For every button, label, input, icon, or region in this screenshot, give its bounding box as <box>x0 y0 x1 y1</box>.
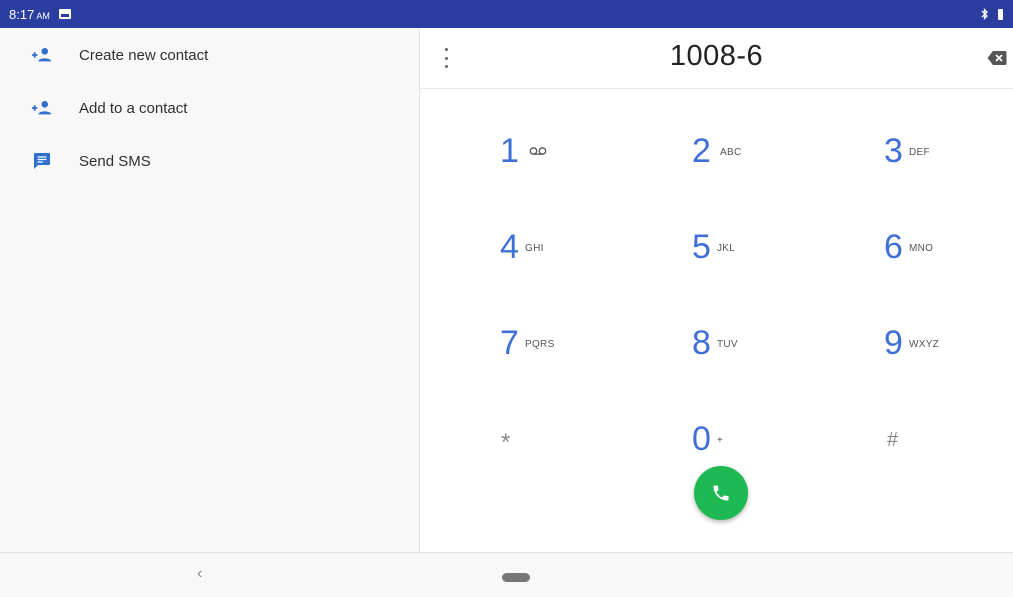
key-9-digit: 9 <box>884 324 903 362</box>
key-8-letters: TUV <box>717 339 738 350</box>
create-new-contact-item[interactable]: Create new contact <box>0 35 419 75</box>
key-4-digit: 4 <box>500 228 519 266</box>
dialpad: 1008-6 1 2 ABC 3 DEF 4 GHI 5 JKL 6 MNO 7 <box>420 28 1013 552</box>
key-5-digit: 5 <box>692 228 711 266</box>
key-9[interactable]: 9 WXYZ <box>867 320 1013 390</box>
key-5[interactable]: 5 JKL <box>675 224 825 294</box>
key-8-digit: 8 <box>692 324 711 362</box>
key-6[interactable]: 6 MNO <box>867 224 1013 294</box>
key-2-digit: 2 <box>692 132 711 170</box>
key-7-digit: 7 <box>500 324 519 362</box>
key-7[interactable]: 7 PQRS <box>483 320 633 390</box>
key-0-digit: 0 <box>692 420 711 458</box>
status-time: 8:17 AM <box>9 6 50 22</box>
key-9-letters: WXYZ <box>909 339 940 350</box>
key-3[interactable]: 3 DEF <box>867 128 1013 198</box>
create-new-contact-label: Create new contact <box>79 46 209 64</box>
key-8[interactable]: 8 TUV <box>675 320 825 390</box>
key-star[interactable]: * <box>483 416 633 486</box>
image-notification-icon <box>58 9 71 19</box>
add-to-contact-item[interactable]: Add to a contact <box>0 88 419 128</box>
key-0-letters: + <box>717 435 724 446</box>
key-5-letters: JKL <box>717 243 736 254</box>
key-0[interactable]: 0 + <box>675 416 825 486</box>
key-star-symbol: * <box>501 429 511 456</box>
key-4-letters: GHI <box>525 243 544 254</box>
navigation-bar: ‹ <box>0 552 1013 597</box>
key-1-digit: 1 <box>500 132 519 170</box>
key-4[interactable]: 4 GHI <box>483 224 633 294</box>
add-person-icon <box>31 99 53 117</box>
more-options-icon[interactable] <box>442 48 450 68</box>
phone-icon <box>713 485 729 501</box>
send-sms-item[interactable]: Send SMS <box>0 141 419 181</box>
bluetooth-icon <box>981 8 988 20</box>
key-6-digit: 6 <box>884 228 903 266</box>
contact-actions-panel: Create new contact Add to a contact Send… <box>0 28 420 552</box>
home-icon[interactable] <box>502 573 530 582</box>
battery-icon <box>998 8 1003 20</box>
key-2[interactable]: 2 ABC <box>675 128 825 198</box>
status-right-icons <box>981 0 1003 28</box>
key-hash-symbol: # <box>887 429 899 451</box>
key-3-letters: DEF <box>909 147 930 158</box>
key-2-letters: ABC <box>720 147 742 158</box>
send-sms-label: Send SMS <box>79 152 151 170</box>
key-7-letters: PQRS <box>525 339 555 350</box>
message-icon <box>31 152 53 170</box>
call-button[interactable] <box>694 466 748 520</box>
key-hash[interactable]: # <box>867 416 1013 486</box>
backspace-icon[interactable] <box>987 50 1007 66</box>
back-icon[interactable]: ‹ <box>197 565 202 583</box>
add-person-icon <box>31 46 53 64</box>
key-6-letters: MNO <box>909 243 934 254</box>
key-1[interactable]: 1 <box>483 128 633 198</box>
digits-row: 1008-6 <box>420 28 1013 89</box>
add-to-contact-label: Add to a contact <box>79 99 188 117</box>
key-3-digit: 3 <box>884 132 903 170</box>
voicemail-icon <box>529 147 547 155</box>
dialed-number-field[interactable]: 1008-6 <box>520 40 913 73</box>
status-bar: 8:17 AM <box>0 0 1013 28</box>
status-ampm: AM <box>36 10 50 21</box>
